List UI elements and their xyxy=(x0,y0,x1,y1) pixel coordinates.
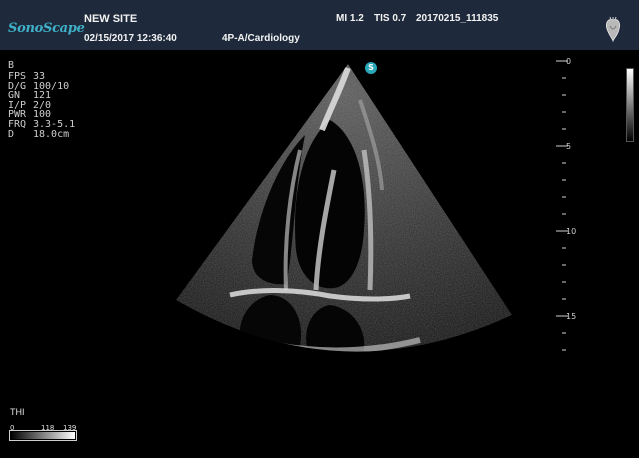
scale-label: 0 xyxy=(10,424,15,432)
thermal-index: TIS 0.7 xyxy=(374,13,407,24)
image-id: 20170215_111835 xyxy=(416,13,499,24)
depth-label: 15 xyxy=(566,312,577,321)
param-row: D 18.0cm xyxy=(8,128,75,140)
scale-label: 139 xyxy=(63,424,77,432)
exam-datetime: 02/15/2017 12:36:40 xyxy=(84,33,177,44)
mechanical-index: MI 1.2 xyxy=(336,13,364,24)
ultrasound-image[interactable] xyxy=(0,50,639,458)
depth-label: 5 xyxy=(566,142,572,151)
focus-marker-icon[interactable]: S xyxy=(365,62,377,74)
heart-icon xyxy=(605,16,621,42)
grayscale-bar xyxy=(626,68,634,142)
header-bar: SonoScape NEW SITE 02/15/2017 12:36:40 4… xyxy=(0,0,639,50)
param-value: 18.0cm xyxy=(33,128,70,140)
thi-label: THI xyxy=(10,407,25,417)
site-name: NEW SITE xyxy=(84,13,138,25)
depth-label: 0 xyxy=(566,57,572,66)
brand-logo: SonoScape xyxy=(8,21,85,36)
imaging-mode: B xyxy=(8,60,15,71)
probe-preset: 4P-A/Cardiology xyxy=(222,33,300,44)
param-key: D xyxy=(8,128,15,140)
depth-label: 10 xyxy=(566,227,577,236)
scale-label: 118 xyxy=(41,424,55,432)
parameter-panel: FPS 33 D/G 100/10 GN 121 I/P 2/0 PWR 100 FRQ 3… xyxy=(8,72,75,139)
